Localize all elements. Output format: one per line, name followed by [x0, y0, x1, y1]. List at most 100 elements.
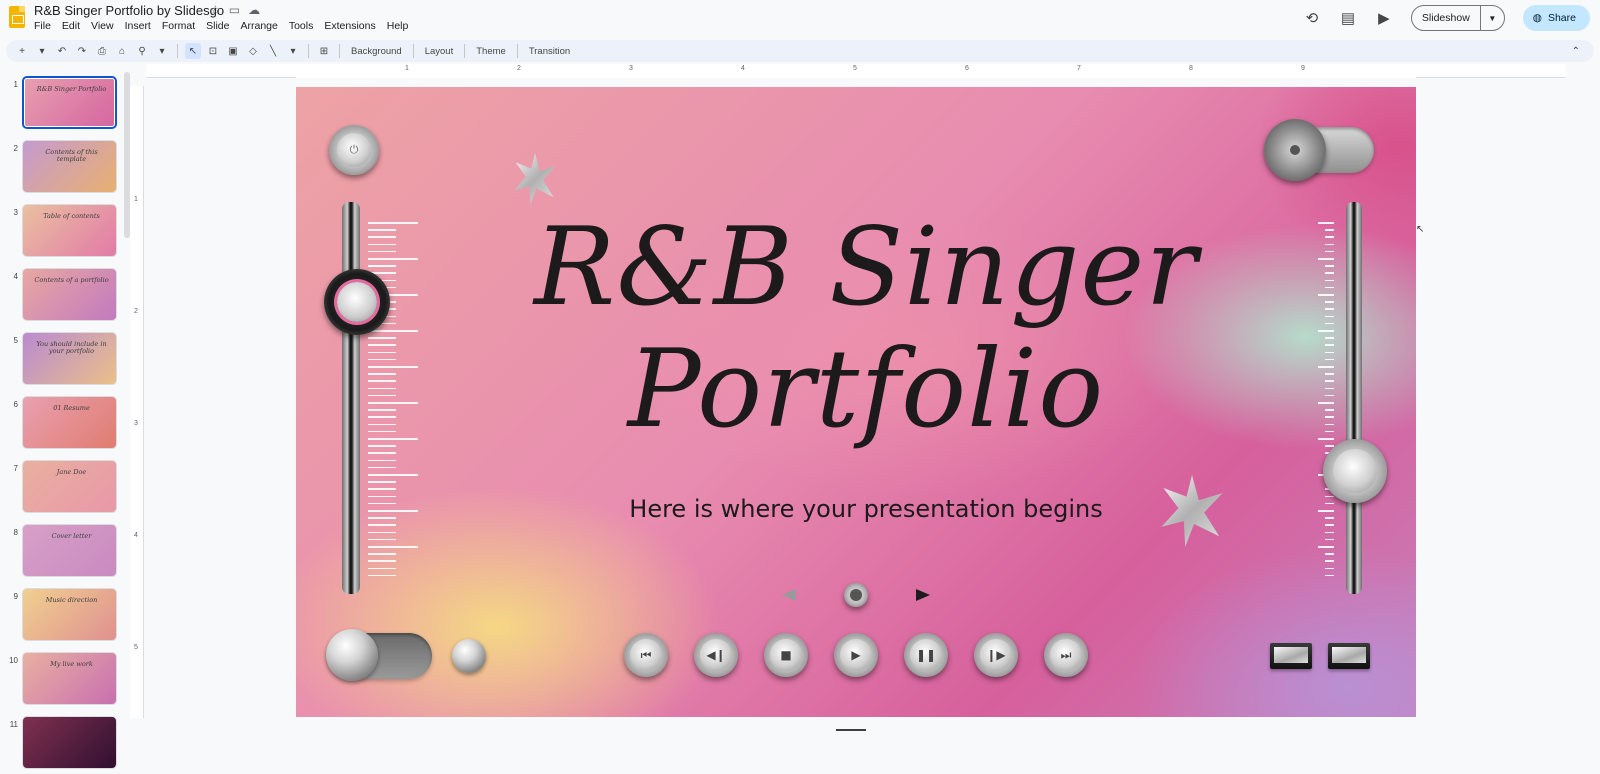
rewind-button[interactable]: ◀❙: [694, 633, 738, 677]
skip-back-button[interactable]: ⏮: [624, 633, 668, 677]
left-slider-track: [342, 202, 360, 594]
select-cursor-icon[interactable]: ↖: [185, 43, 201, 59]
slide-number: 10: [9, 656, 18, 665]
slide-thumbnail[interactable]: R&B Singer Portfolio: [22, 76, 117, 129]
horizontal-ruler[interactable]: 1 2 3 4 5 6 7 8 9: [146, 64, 1566, 78]
slider-tick: [1325, 279, 1334, 282]
slider-tick: [368, 452, 396, 454]
star-icon[interactable]: ☆: [210, 3, 221, 17]
slide-thumbnail-row[interactable]: 5 You should include in your portfolio: [0, 332, 124, 390]
slide-thumbnail[interactable]: Table of contents: [22, 204, 117, 257]
menu-slide[interactable]: Slide: [206, 20, 234, 32]
cloud-status-icon[interactable]: ☁: [248, 3, 260, 17]
slide-title[interactable]: R&B Singer Portfolio: [486, 207, 1246, 451]
title-icons: ☆ ▭ ☁: [210, 3, 260, 17]
image-icon[interactable]: ▣: [225, 43, 241, 59]
slide-thumbnail-row[interactable]: 4 Contents of a portfolio: [0, 268, 124, 326]
menu-help[interactable]: Help: [387, 20, 414, 32]
slider-tick: [1325, 502, 1334, 505]
slide-thumbnail[interactable]: Jane Doe: [22, 460, 117, 513]
slide-canvas[interactable]: ⏻ R&B Singer Portfolio Here is where you…: [296, 87, 1416, 717]
menu-edit[interactable]: Edit: [62, 20, 85, 32]
print-icon[interactable]: ⎙: [94, 43, 110, 59]
slider-tick: [1325, 308, 1334, 310]
meet-video-icon[interactable]: ▶: [1375, 9, 1393, 27]
add-comment-icon[interactable]: ⊞: [316, 43, 332, 59]
text-box-icon[interactable]: ⊡: [205, 43, 221, 59]
paint-format-icon[interactable]: ⌂: [114, 43, 130, 59]
slide-subtitle[interactable]: Here is where your presentation begins: [486, 495, 1246, 523]
toolbar-divider: [308, 44, 309, 58]
line-icon[interactable]: ╲: [265, 43, 281, 59]
slide-thumbnail[interactable]: Contents of this template: [22, 140, 117, 193]
slide-thumbnail-row[interactable]: 6 01 Resume: [0, 396, 124, 454]
slide-thumbnail-row[interactable]: 9 Music direction: [0, 588, 124, 646]
slide-thumbnail[interactable]: My live work: [22, 652, 117, 705]
play-button[interactable]: ▶: [834, 633, 878, 677]
menu-insert[interactable]: Insert: [125, 20, 156, 32]
background-button[interactable]: Background: [347, 46, 406, 57]
slide-thumbnail-row[interactable]: 2 Contents of this template: [0, 140, 124, 198]
slider-tick: [368, 459, 396, 462]
zoom-dropdown-icon[interactable]: ▾: [154, 43, 170, 59]
stop-icon: ■: [780, 648, 792, 662]
slider-tick: [1325, 250, 1334, 253]
new-slide-dropdown-icon[interactable]: ▾: [34, 43, 50, 59]
slide-thumbnail-row[interactable]: 8 Cover letter: [0, 524, 124, 582]
undo-icon[interactable]: ↶: [54, 43, 70, 59]
menu-tools[interactable]: Tools: [289, 20, 319, 32]
share-button[interactable]: ◍ Share: [1522, 5, 1590, 31]
version-history-icon[interactable]: ⟲: [1303, 9, 1321, 27]
move-folder-icon[interactable]: ▭: [229, 3, 240, 17]
theme-button[interactable]: Theme: [472, 46, 510, 57]
layout-button[interactable]: Layout: [421, 46, 458, 57]
document-title[interactable]: R&B Singer Portfolio by Slidesgo: [34, 3, 224, 18]
left-slider-knob[interactable]: [324, 269, 390, 335]
slider-tick: [368, 243, 396, 246]
stop-button[interactable]: ■: [764, 633, 808, 677]
slide-thumbnail[interactable]: You should include in your portfolio: [22, 332, 117, 385]
slide-thumbnail-row[interactable]: 1 R&B Singer Portfolio: [0, 76, 124, 134]
pause-button[interactable]: ❚❚: [904, 633, 948, 677]
comments-icon[interactable]: ▤: [1339, 9, 1357, 27]
redo-icon[interactable]: ↷: [74, 43, 90, 59]
slide-number: 1: [13, 80, 18, 89]
slide-thumbnail[interactable]: Music direction: [22, 588, 117, 641]
rewind-icon: ◀❙: [706, 648, 726, 662]
vertical-ruler[interactable]: 1 2 3 4 5: [130, 86, 144, 718]
toolbar-divider: [516, 44, 518, 58]
forward-button[interactable]: ❙▶: [974, 633, 1018, 677]
right-slider-knob[interactable]: [1323, 439, 1387, 503]
ruler-number: 7: [1077, 65, 1081, 72]
resize-handle[interactable]: [836, 729, 866, 731]
line-dropdown-icon[interactable]: ▾: [285, 43, 301, 59]
slide-thumbnail-row[interactable]: 11: [0, 716, 124, 774]
slide-thumbnail-label: 01 Resume: [53, 404, 90, 412]
menu-file[interactable]: File: [34, 20, 56, 32]
slide-thumbnail-row[interactable]: 7 Jane Doe: [0, 460, 124, 518]
slideshow-button[interactable]: Slideshow ▼: [1410, 5, 1505, 31]
menu-extensions[interactable]: Extensions: [324, 20, 380, 32]
slider-tick: [368, 416, 396, 418]
menu-view[interactable]: View: [91, 20, 119, 32]
menu-format[interactable]: Format: [162, 20, 200, 32]
slide-thumbnail[interactable]: 01 Resume: [22, 396, 117, 449]
slideshow-label[interactable]: Slideshow: [1412, 6, 1480, 30]
slides-logo-icon[interactable]: [9, 6, 25, 28]
menu-arrange[interactable]: Arrange: [240, 20, 282, 32]
slide-thumbnail[interactable]: Contents of a portfolio: [22, 268, 117, 321]
slideshow-dropdown-icon[interactable]: ▼: [1479, 6, 1504, 30]
skip-forward-button[interactable]: ⏭: [1044, 633, 1088, 677]
slider-tick: [368, 524, 396, 526]
transition-button[interactable]: Transition: [525, 46, 574, 57]
slider-tick: [368, 373, 396, 375]
center-dot-button: [844, 583, 868, 607]
slide-thumbnail[interactable]: Cover letter: [22, 524, 117, 577]
slide-thumbnail[interactable]: [22, 716, 117, 769]
collapse-toolbar-icon[interactable]: ⌃: [1572, 46, 1580, 57]
shape-icon[interactable]: ◇: [245, 43, 261, 59]
slide-thumbnail-row[interactable]: 10 My live work: [0, 652, 124, 710]
zoom-icon[interactable]: ⚲: [134, 43, 150, 59]
slide-thumbnail-row[interactable]: 3 Table of contents: [0, 204, 124, 262]
new-slide-icon[interactable]: +: [14, 43, 30, 59]
